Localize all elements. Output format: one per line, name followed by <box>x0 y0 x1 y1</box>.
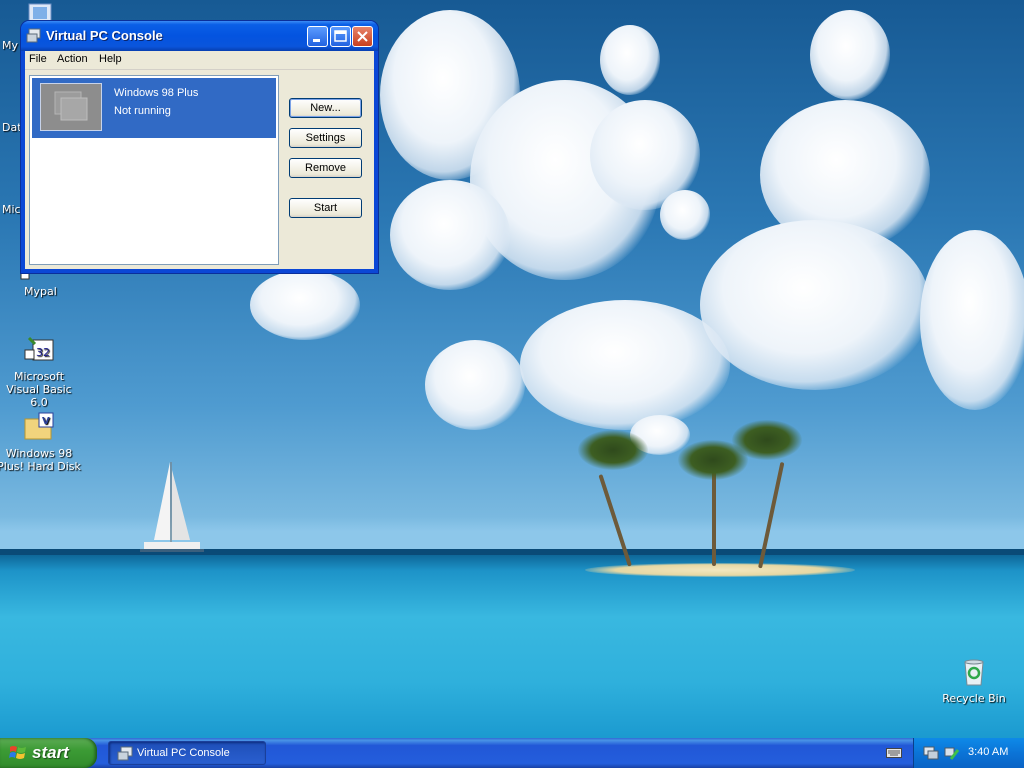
menu-help[interactable]: Help <box>99 53 122 65</box>
menu-bar: File Action Help <box>25 51 374 70</box>
windows-logo-icon <box>9 746 26 759</box>
sailboat <box>140 462 204 552</box>
virtual-pc-tray-icon[interactable] <box>943 746 959 760</box>
desktop-icon-recycle-bin[interactable]: Recycle Bin <box>932 656 1016 705</box>
settings-button[interactable]: Settings <box>289 128 362 148</box>
vm-thumbnail <box>40 83 102 131</box>
wallpaper-cloud <box>520 300 730 430</box>
wallpaper-cloud <box>600 25 660 95</box>
keyboard-icon[interactable] <box>886 747 902 759</box>
title-bar[interactable]: Virtual PC Console <box>21 21 378 51</box>
taskbar-item-label: Virtual PC Console <box>137 747 230 759</box>
start-button[interactable]: Start <box>289 198 362 218</box>
clock[interactable]: 3:40 AM <box>968 746 1008 758</box>
recycle-bin-icon <box>964 659 984 686</box>
virtual-pc-icon <box>117 746 133 761</box>
palm-tree <box>712 470 716 566</box>
desktop-icon-hard-disk[interactable]: V Windows 98 Plus! Hard Disk <box>0 411 81 473</box>
list-item-windows-98-plus[interactable]: Windows 98 Plus Not running <box>32 78 276 138</box>
maximize-button[interactable] <box>330 26 351 47</box>
remove-button[interactable]: Remove <box>289 158 362 178</box>
palm-tree <box>578 430 648 470</box>
maximize-icon <box>334 30 347 42</box>
taskbar-item-virtual-pc-console[interactable]: Virtual PC Console <box>108 741 266 765</box>
window-client-area: File Action Help Windows 98 Plus Not run… <box>25 51 374 269</box>
start-label: start <box>32 743 69 762</box>
wallpaper-cloud <box>250 270 360 340</box>
wallpaper-cloud <box>660 190 710 240</box>
system-tray: 3:40 AM <box>913 738 1024 768</box>
wallpaper-cloud <box>700 220 930 390</box>
minimize-icon <box>313 39 320 42</box>
window-title: Virtual PC Console <box>46 28 163 43</box>
virtual-pc-icon <box>26 28 41 43</box>
vm-status: Not running <box>114 105 171 117</box>
svg-text:32: 32 <box>36 346 50 359</box>
wallpaper-island <box>585 563 855 577</box>
new-button[interactable]: New... <box>289 98 362 118</box>
virtual-machine-list[interactable]: Windows 98 Plus Not running <box>29 75 279 265</box>
close-icon <box>357 31 368 42</box>
palm-tree <box>732 420 802 460</box>
wallpaper-cloud <box>810 10 890 100</box>
desktop-icon-visual-basic[interactable]: 32 Microsoft Visual Basic 6.0 <box>0 334 81 409</box>
start-menu-button[interactable]: start <box>0 738 97 768</box>
vm-screen-icon <box>54 91 88 121</box>
network-icon[interactable] <box>923 746 939 760</box>
wallpaper-cloud <box>390 180 510 290</box>
virtual-pc-console-window: Virtual PC Console File Action Help Wind… <box>21 21 378 273</box>
wallpaper-cloud <box>920 230 1024 410</box>
vm-name: Windows 98 Plus <box>114 87 199 99</box>
menu-file[interactable]: File <box>29 53 47 65</box>
visual-basic-icon: 32 <box>24 336 54 361</box>
minimize-button[interactable] <box>307 26 328 47</box>
close-button[interactable] <box>352 26 373 47</box>
menu-action[interactable]: Action <box>57 53 88 65</box>
wallpaper-sea <box>0 552 1024 738</box>
svg-text:V: V <box>42 416 50 427</box>
hard-disk-icon: V <box>24 412 54 440</box>
taskbar: start Virtual PC Console 3:40 AM <box>0 738 1024 768</box>
wallpaper-cloud <box>425 340 525 430</box>
